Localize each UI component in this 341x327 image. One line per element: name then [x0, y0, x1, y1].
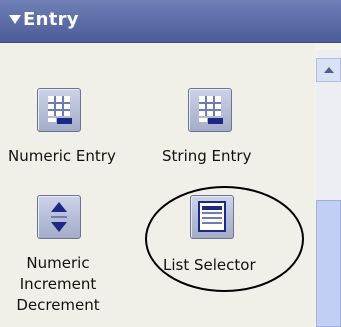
vertical-scrollbar[interactable] — [316, 50, 341, 327]
numeric-increment-icon — [37, 195, 81, 239]
scroll-up-button[interactable] — [316, 58, 341, 82]
tool-string-entry[interactable]: String Entry — [150, 43, 300, 183]
entry-palette-window: Entry Numeric Entry String Entry Numeric… — [0, 0, 341, 327]
chevron-up-icon — [324, 67, 334, 73]
tool-label: String Entry — [162, 147, 252, 165]
collapse-triangle-icon[interactable] — [9, 15, 21, 24]
tool-numeric-increment-decrement[interactable]: Numeric Increment Decrement — [0, 183, 150, 327]
keypad-icon — [48, 96, 72, 124]
tool-label: Numeric Entry — [8, 147, 116, 165]
tool-label: Numeric Increment Decrement — [16, 254, 100, 314]
tool-numeric-entry[interactable]: Numeric Entry — [0, 43, 150, 183]
highlight-circle — [145, 186, 304, 292]
section-title: Entry — [23, 9, 79, 30]
up-down-arrows-icon — [51, 202, 67, 232]
numeric-entry-icon — [37, 88, 81, 132]
scroll-thumb[interactable] — [316, 200, 341, 327]
tool-panel: Numeric Entry String Entry Numeric Incre… — [0, 43, 315, 327]
entry-section-header[interactable]: Entry — [0, 0, 341, 43]
string-entry-icon — [188, 88, 232, 132]
keypad-icon — [199, 96, 223, 124]
